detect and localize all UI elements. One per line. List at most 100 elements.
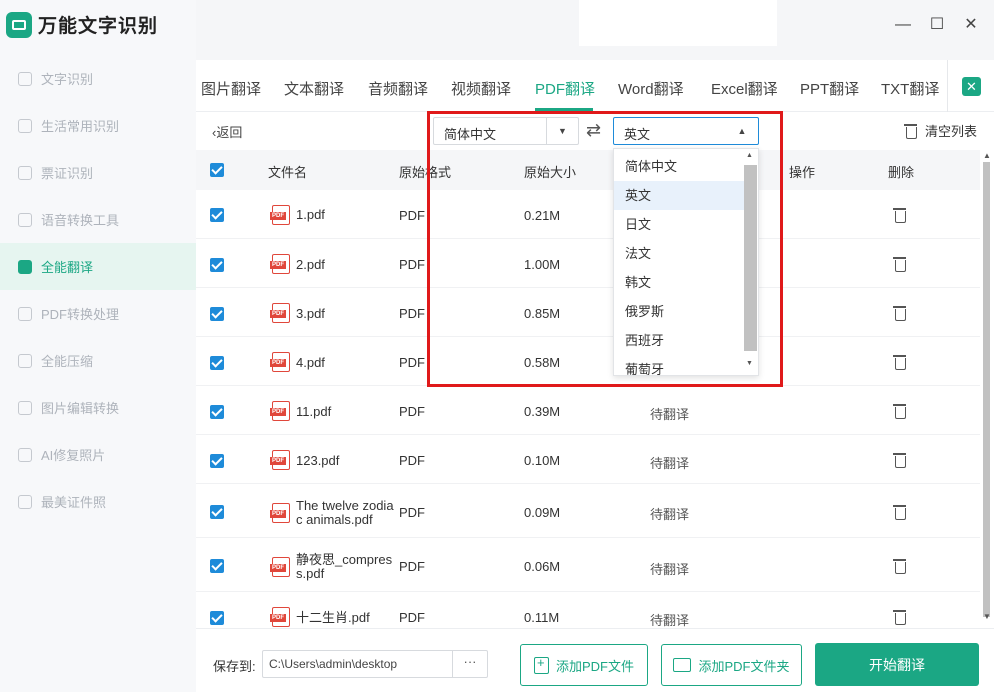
tab-audio-translate[interactable]: 音频翻译 — [368, 78, 428, 99]
start-translate-button[interactable]: 开始翻译 — [815, 643, 979, 686]
delete-row-icon[interactable] — [893, 452, 906, 468]
row-checkbox[interactable] — [210, 611, 224, 625]
sidebar-item-image-edit[interactable]: 图片编辑转换 — [0, 384, 196, 431]
sidebar-item-voice-tools[interactable]: 语音转换工具 — [0, 196, 196, 243]
image-edit-icon — [18, 400, 32, 415]
sidebar-item-ticket-ocr[interactable]: 票证识别 — [0, 149, 196, 196]
file-name: 3.pdf — [296, 306, 325, 321]
trash-icon — [904, 123, 917, 139]
delete-row-icon[interactable] — [893, 256, 906, 272]
pdf-file-icon: PDF — [270, 557, 290, 577]
row-checkbox[interactable] — [210, 559, 224, 573]
sidebar-item-pdf-convert[interactable]: PDF转换处理 — [0, 290, 196, 337]
pdf-convert-icon — [18, 306, 32, 321]
sidebar-item-label: 票证识别 — [41, 166, 94, 181]
ai-photo-icon — [18, 447, 32, 462]
pdf-file-icon: PDF — [270, 401, 290, 421]
file-format: PDF — [399, 610, 425, 625]
row-checkbox[interactable] — [210, 307, 224, 321]
file-name: 2.pdf — [296, 257, 325, 272]
scroll-down-arrow-icon[interactable]: ▼ — [983, 612, 991, 621]
sidebar-item-label: 语音转换工具 — [41, 213, 120, 228]
file-name: 11.pdf — [296, 404, 332, 419]
row-checkbox[interactable] — [210, 208, 224, 222]
file-name-line: s.pdf — [296, 566, 325, 581]
sidebar-item-label: AI修复照片 — [41, 448, 106, 463]
file-name-line: The twelve zodia — [296, 498, 394, 513]
ticket-ocr-icon — [18, 165, 32, 180]
app-title: 万能文字识别 — [38, 16, 159, 37]
file-format: PDF — [399, 306, 425, 321]
save-path-value: C:\Users\admin\desktop — [269, 657, 398, 671]
add-folder-label: 添加PDF文件夹 — [698, 658, 790, 674]
table-scroll-thumb[interactable] — [983, 162, 990, 617]
tab-video-translate[interactable]: 视频翻译 — [451, 78, 511, 99]
sidebar-item-ai-photo[interactable]: AI修复照片 — [0, 431, 196, 478]
column-action: 操作 — [789, 165, 816, 180]
file-size: 0.06M — [524, 559, 561, 574]
sidebar-item-label: 图片编辑转换 — [41, 401, 120, 416]
title-bar-blank-area — [579, 0, 777, 46]
delete-row-icon[interactable] — [893, 207, 906, 223]
row-checkbox[interactable] — [210, 258, 224, 272]
column-filename: 文件名 — [268, 165, 308, 180]
row-checkbox[interactable] — [210, 505, 224, 519]
tab-txt-translate[interactable]: TXT翻译 — [881, 78, 939, 99]
row-checkbox[interactable] — [210, 405, 224, 419]
translate-status: 待翻译 — [650, 507, 690, 522]
pdf-file-icon: PDF — [270, 503, 290, 523]
close-button[interactable]: ✕ — [961, 15, 981, 35]
row-checkbox[interactable] — [210, 356, 224, 370]
scroll-up-arrow-icon[interactable]: ▲ — [983, 151, 991, 160]
sidebar-item-compress[interactable]: 全能压缩 — [0, 337, 196, 384]
sidebar-item-daily-ocr[interactable]: 生活常用识别 — [0, 102, 196, 149]
compress-icon — [18, 353, 32, 368]
delete-row-icon[interactable] — [893, 305, 906, 321]
sidebar-item-text-ocr[interactable]: 文字识别 — [0, 55, 196, 102]
id-photo-icon — [18, 494, 32, 509]
sidebar-item-label: 最美证件照 — [41, 495, 107, 510]
row-checkbox[interactable] — [210, 454, 224, 468]
delete-row-icon[interactable] — [893, 504, 906, 520]
file-format: PDF — [399, 355, 425, 370]
save-to-label: 保存到: — [213, 659, 256, 674]
file-format: PDF — [399, 257, 425, 272]
pdf-file-icon: PDF — [270, 607, 290, 627]
tab-text-translate[interactable]: 文本翻译 — [284, 78, 344, 99]
file-format: PDF — [399, 505, 425, 520]
file-name: 123.pdf — [296, 453, 340, 468]
add-pdf-file-button[interactable]: 添加PDF文件 — [520, 644, 648, 686]
tab-word-translate[interactable]: Word翻译 — [618, 78, 684, 99]
clear-list-button[interactable]: 清空列表 — [904, 121, 977, 140]
pdf-file-icon: PDF — [270, 205, 290, 225]
minimize-button[interactable]: — — [893, 15, 913, 35]
maximize-button[interactable]: ☐ — [927, 15, 947, 35]
sidebar-item-id-photo[interactable]: 最美证件照 — [0, 478, 196, 525]
file-size: 0.10M — [524, 453, 561, 468]
add-file-label: 添加PDF文件 — [555, 658, 634, 674]
tab-pdf-translate[interactable]: PDF翻译 — [535, 78, 595, 99]
pdf-badge: PDF — [270, 408, 286, 416]
pdf-badge: PDF — [270, 564, 286, 572]
tab-excel-translate[interactable]: Excel翻译 — [711, 78, 778, 99]
pdf-badge: PDF — [270, 212, 286, 220]
highlight-box — [427, 111, 783, 387]
pdf-badge: PDF — [270, 261, 286, 269]
delete-row-icon[interactable] — [893, 354, 906, 370]
select-all-checkbox[interactable] — [210, 163, 224, 177]
close-tab-icon[interactable]: ✕ — [962, 77, 981, 96]
tab-ppt-translate[interactable]: PPT翻译 — [800, 78, 859, 99]
back-link[interactable]: ‹返回 — [212, 122, 242, 141]
column-delete: 删除 — [888, 165, 915, 180]
sidebar-item-translate[interactable]: 全能翻译 — [0, 243, 196, 290]
delete-row-icon[interactable] — [893, 558, 906, 574]
start-translate-label: 开始翻译 — [869, 656, 925, 673]
browse-button[interactable]: ··· — [452, 651, 487, 677]
save-path-field[interactable]: C:\Users\admin\desktop ··· — [262, 650, 488, 678]
text-ocr-icon — [18, 71, 32, 86]
delete-row-icon[interactable] — [893, 609, 906, 625]
delete-row-icon[interactable] — [893, 403, 906, 419]
add-pdf-folder-button[interactable]: 添加PDF文件夹 — [661, 644, 802, 686]
pdf-badge: PDF — [270, 359, 286, 367]
tab-image-translate[interactable]: 图片翻译 — [201, 78, 261, 99]
